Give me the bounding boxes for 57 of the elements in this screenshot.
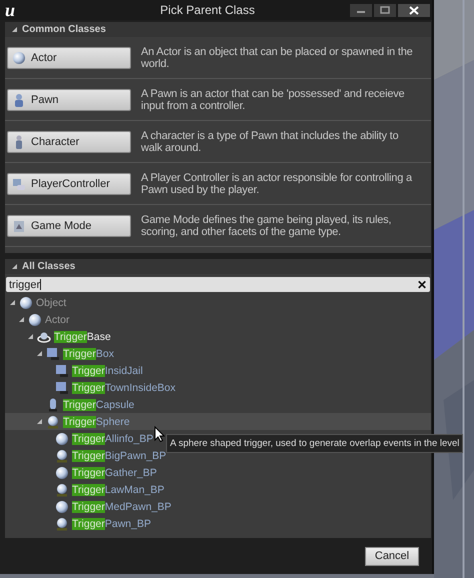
tree-item[interactable]: TriggerCapsule [63, 398, 134, 410]
tree-item[interactable]: TriggerLawMan_BP [72, 484, 164, 496]
tree-item[interactable]: TriggerSphere [63, 416, 130, 428]
bust-icon [55, 482, 69, 496]
monitor-icon [55, 364, 69, 378]
class-button[interactable]: Pawn [7, 88, 131, 110]
ring-icon [37, 330, 51, 344]
tooltip: A sphere shaped trigger, used to generate overlap events in the level [166, 434, 463, 453]
window-title: Pick Parent Class [159, 3, 256, 17]
tree-item[interactable]: Object [36, 296, 66, 308]
person-icon [12, 92, 26, 106]
class-description: Game Mode defines the game being played, its rules, scoring, and other facets of the game type. [141, 214, 392, 238]
class-button[interactable]: Actor [7, 46, 131, 68]
sphere-icon [19, 296, 33, 310]
bust-icon [55, 448, 69, 462]
tree-item[interactable]: TriggerBigPawn_BP [72, 450, 166, 462]
tree-item[interactable]: TriggerInsidJail [72, 364, 143, 376]
monitor-icon [46, 346, 60, 360]
section-title: All Classes [22, 261, 76, 272]
monitor-icon [55, 380, 69, 394]
bust-icon [55, 516, 69, 530]
document-icon [12, 218, 26, 232]
close-icon [409, 6, 419, 14]
section-title: Common Classes [22, 24, 106, 35]
clear-button[interactable]: ✕ [417, 278, 427, 292]
tree-item[interactable]: TriggerAllinfo_BP [72, 432, 154, 444]
tree-item[interactable]: TriggerGather_BP [72, 466, 157, 478]
sphere-icon [55, 500, 69, 514]
maximize-icon [380, 6, 390, 14]
minimize-button[interactable] [350, 4, 372, 16]
cursor-icon [154, 426, 165, 442]
sphere-icon [12, 50, 26, 64]
controller-icon [12, 176, 26, 190]
sphere-icon [55, 432, 69, 446]
class-button[interactable]: PlayerController [7, 172, 131, 194]
cancel-button[interactable]: Cancel [365, 546, 419, 566]
class-button[interactable]: Game Mode [7, 214, 131, 236]
sphere-icon [55, 466, 69, 480]
section-header[interactable]: Common Classes [5, 22, 431, 37]
tree-item[interactable]: TriggerPawn_BP [72, 518, 151, 530]
close-button[interactable] [398, 4, 430, 16]
section-header[interactable]: All Classes [5, 259, 431, 274]
tree-row-highlight[interactable]: TriggerSphere [5, 413, 431, 430]
bust-icon [46, 414, 60, 428]
tree-item[interactable]: TriggerMedPawn_BP [72, 500, 172, 512]
class-description: A Player Controller is an actor responsible for controlling a Pawn used by the player. [141, 172, 414, 196]
maximize-button[interactable] [374, 4, 396, 16]
class-description: A Pawn is an actor that can be 'possessed' and receieve input from a controller. [141, 88, 406, 112]
logo: u [5, 0, 16, 20]
class-button[interactable]: Character [7, 130, 131, 152]
class-description: An Actor is an object that can be placed or spawned in the world. [141, 46, 414, 70]
tree-item[interactable]: TriggerTownInsideBox [72, 382, 176, 394]
sphere-icon [28, 312, 42, 326]
class-description: A character is a type of Pawn that includes the ability to walk around. [141, 130, 400, 154]
tree-item[interactable]: Actor [45, 314, 70, 326]
capsule-icon [46, 398, 60, 412]
search-field[interactable]: trigger ✕ [6, 277, 430, 292]
